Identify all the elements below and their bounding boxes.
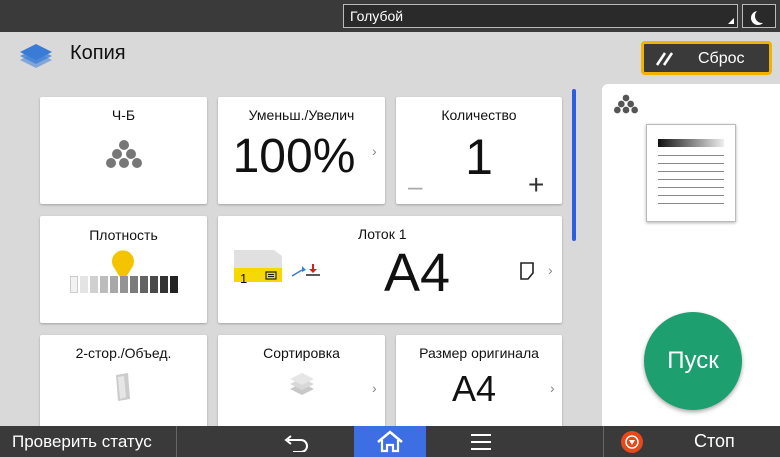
top-bar: Голубой xyxy=(0,0,780,32)
chevron-right-icon: › xyxy=(548,262,553,278)
paper-size-value: A4 xyxy=(384,243,451,303)
moon-icon xyxy=(755,9,769,23)
sort-title: Сортировка xyxy=(263,345,340,361)
quantity-minus-button[interactable]: – xyxy=(408,171,422,202)
quantity-plus-button[interactable]: + xyxy=(528,169,544,201)
color-mode-title: Ч-Б xyxy=(111,107,136,123)
stop-label: Стоп xyxy=(694,431,735,451)
original-size-title: Размер оригинала xyxy=(419,345,539,361)
paper-orientation-icon xyxy=(520,262,534,280)
user-name: Голубой xyxy=(350,8,404,24)
chevron-right-icon: › xyxy=(372,143,377,159)
sort-tile[interactable]: Сортировка › xyxy=(218,335,385,435)
reset-slash-icon xyxy=(655,52,674,66)
paper-tray-tile[interactable]: 1 Лоток 1 A4 › xyxy=(218,216,562,323)
black-toner-icon xyxy=(106,140,142,168)
menu-icon[interactable] xyxy=(471,434,491,450)
scroll-indicator[interactable] xyxy=(572,89,576,241)
black-toner-icon xyxy=(614,94,638,114)
start-button[interactable]: Пуск xyxy=(644,312,742,410)
original-size-tile[interactable]: Размер оригинала A4 › xyxy=(396,335,562,435)
quantity-title: Количество xyxy=(441,107,517,123)
density-scale xyxy=(70,276,178,293)
preview-panel: Пуск xyxy=(602,84,780,457)
tray-feed-arrow-icon xyxy=(291,264,320,277)
density-title: Плотность xyxy=(89,227,158,243)
page-preview[interactable] xyxy=(646,124,736,222)
stop-icon xyxy=(621,431,643,453)
dropdown-corner-icon xyxy=(728,18,734,24)
duplex-off-icon xyxy=(116,373,130,401)
zoom-value: 100% xyxy=(232,130,356,183)
sort-off-icon xyxy=(290,373,314,395)
bottom-bar: Проверить статус Стоп xyxy=(0,426,780,457)
density-tile[interactable]: Плотность xyxy=(40,216,207,323)
home-icon xyxy=(377,430,403,453)
reset-button[interactable]: Сброс xyxy=(641,41,772,75)
reset-label: Сброс xyxy=(698,50,745,67)
chevron-right-icon: › xyxy=(372,380,377,396)
page-title: Копия xyxy=(70,42,126,64)
duplex-tile[interactable]: 2-стор./Объед. xyxy=(40,335,207,435)
stop-button[interactable]: Стоп xyxy=(603,426,780,457)
chevron-right-icon: › xyxy=(550,380,555,396)
night-mode-button[interactable] xyxy=(742,4,776,28)
zoom-title: Уменьш./Увелич xyxy=(248,107,355,123)
check-status-button[interactable]: Проверить статус xyxy=(0,426,177,457)
duplex-title: 2-стор./Объед. xyxy=(75,345,172,361)
tray-number: 1 xyxy=(240,271,248,286)
color-mode-tile[interactable]: Ч-Б xyxy=(40,97,207,204)
home-button[interactable] xyxy=(354,426,426,457)
copy-app-icon xyxy=(20,44,52,68)
zoom-tile[interactable]: Уменьш./Увелич 100% › xyxy=(218,97,385,204)
user-select[interactable]: Голубой xyxy=(343,4,738,28)
original-size-value: A4 xyxy=(451,368,497,409)
back-icon[interactable] xyxy=(283,432,311,452)
quantity-tile[interactable]: Количество 1 – + xyxy=(396,97,562,204)
